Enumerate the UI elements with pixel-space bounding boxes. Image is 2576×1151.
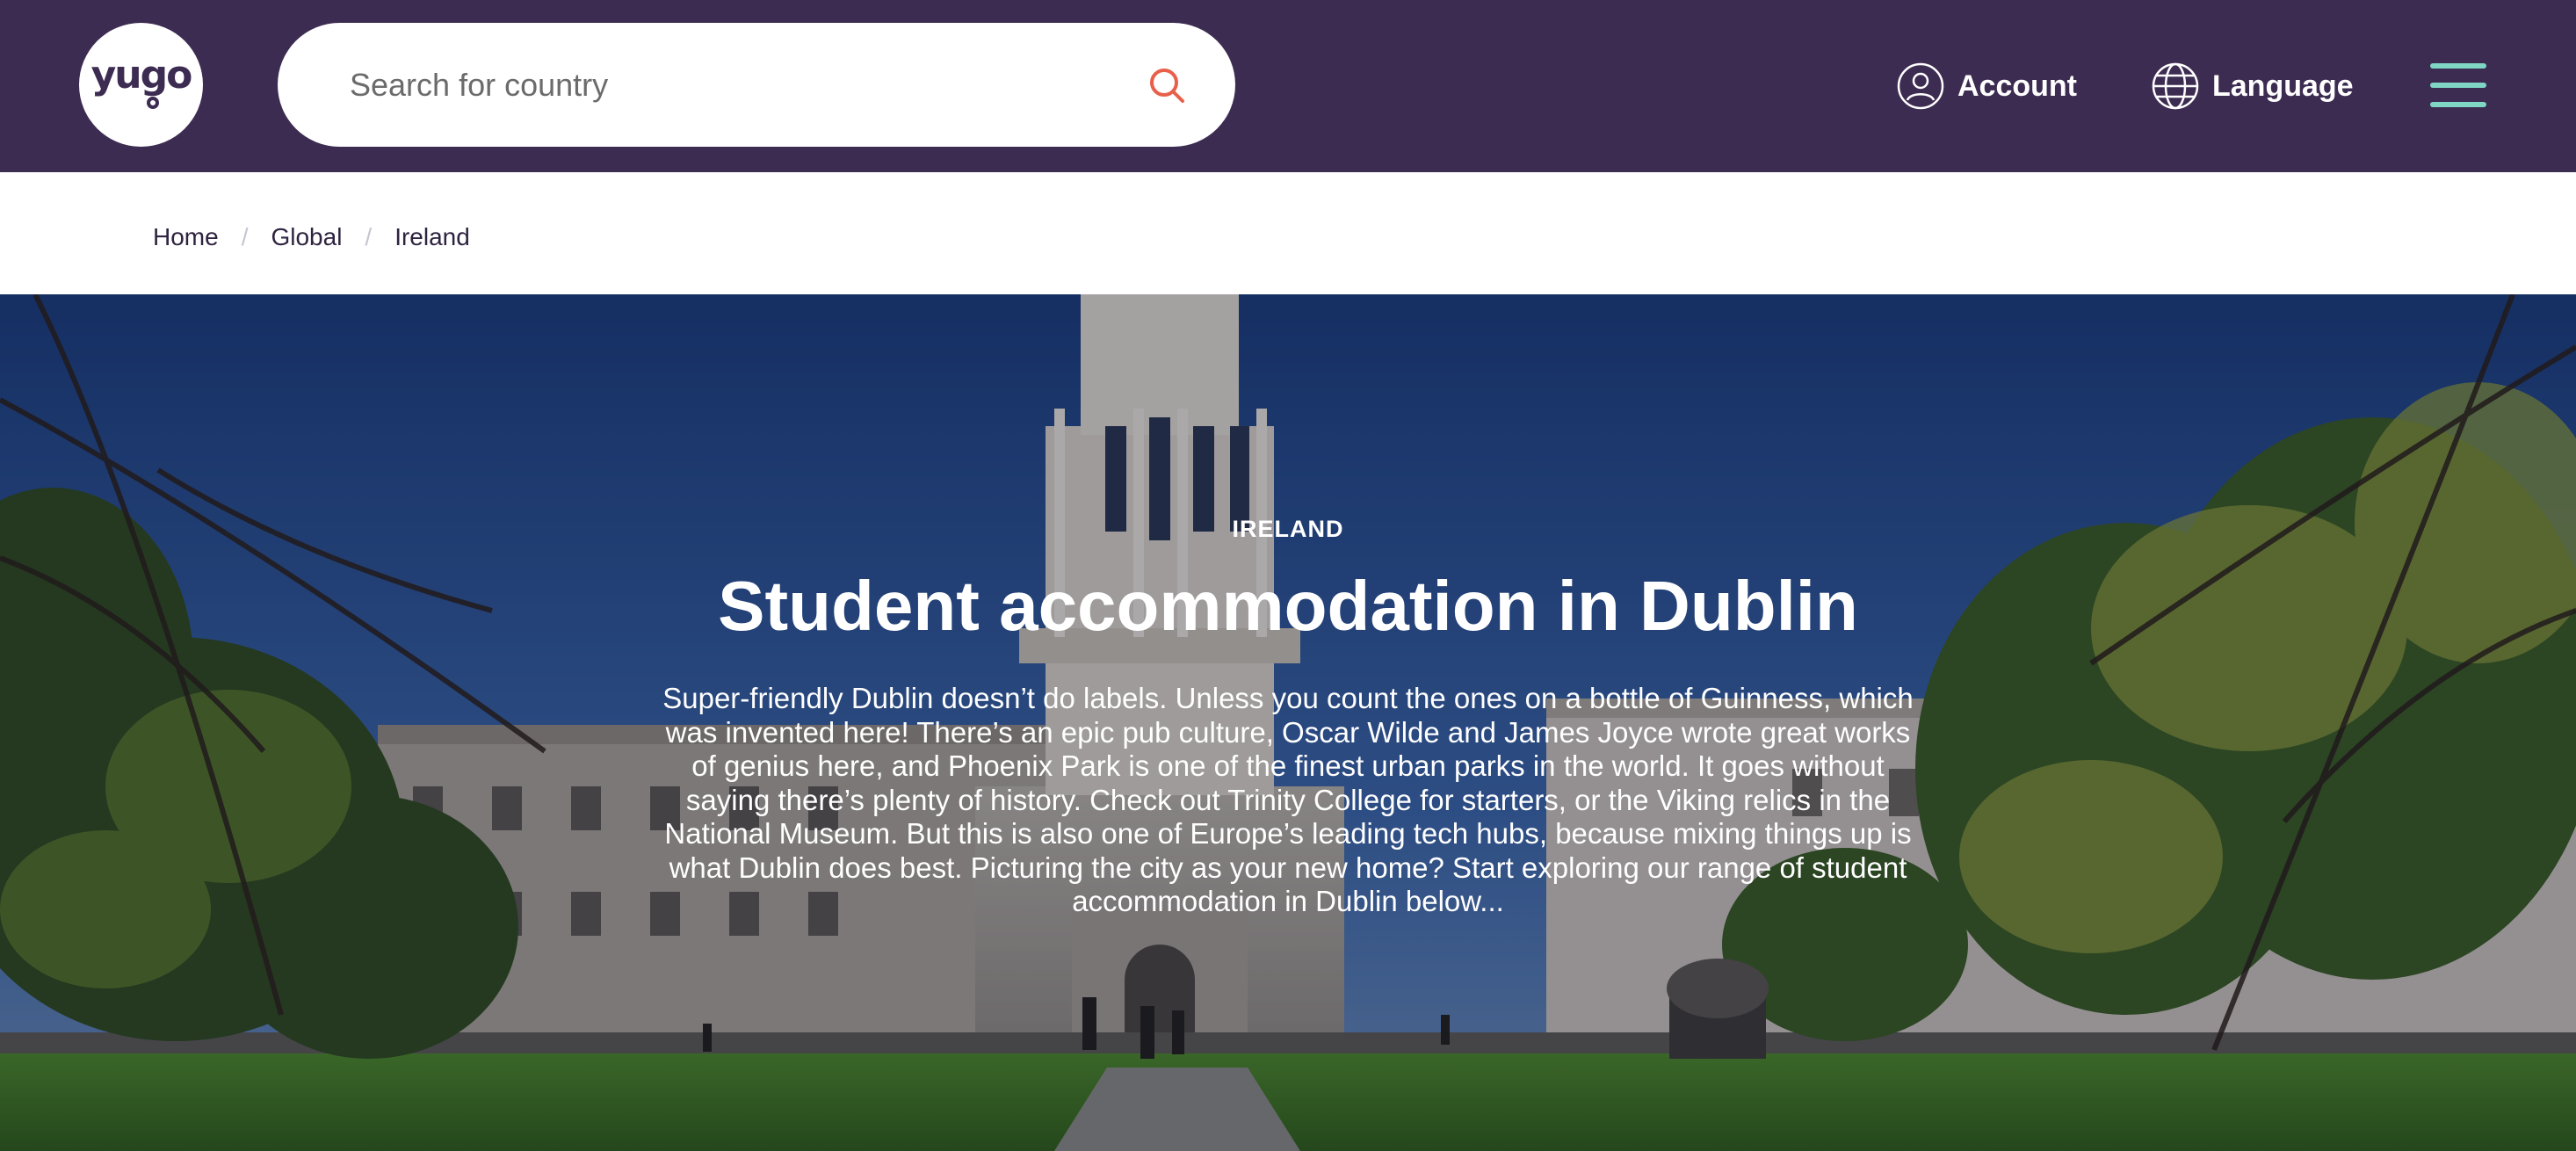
hero-banner: IRELAND Student accommodation in Dublin … <box>0 294 2576 1151</box>
page-title: Student accommodation in Dublin <box>718 567 1858 645</box>
logo-wordmark: yugo <box>90 52 193 98</box>
globe-icon <box>2151 62 2200 111</box>
user-circle-icon <box>1896 62 1945 111</box>
hamburger-menu-icon[interactable] <box>2430 63 2486 107</box>
account-link[interactable]: Account <box>1896 54 2077 118</box>
account-label: Account <box>1957 69 2077 103</box>
search-bar <box>278 23 1235 147</box>
hero-content: IRELAND Student accommodation in Dublin … <box>0 516 2576 919</box>
logo-dot-mark <box>146 96 159 109</box>
breadcrumb-separator: / <box>241 223 249 250</box>
hero-eyebrow: IRELAND <box>1232 516 1344 542</box>
search-icon[interactable] <box>1142 61 1191 110</box>
yugo-logo[interactable]: yugo <box>79 23 203 147</box>
breadcrumb-separator: / <box>365 223 373 250</box>
language-selector[interactable]: Language <box>2151 54 2354 118</box>
breadcrumb-global[interactable]: Global <box>271 223 342 251</box>
breadcrumb-ireland: Ireland <box>394 223 470 250</box>
breadcrumb: Home / Global / Ireland <box>153 223 470 251</box>
language-label: Language <box>2212 69 2354 103</box>
search-input[interactable] <box>348 65 1142 105</box>
breadcrumb-home[interactable]: Home <box>153 223 219 251</box>
site-header: yugo Account <box>0 0 2576 172</box>
hero-description: Super-friendly Dublin doesn’t do labels.… <box>662 682 1914 917</box>
